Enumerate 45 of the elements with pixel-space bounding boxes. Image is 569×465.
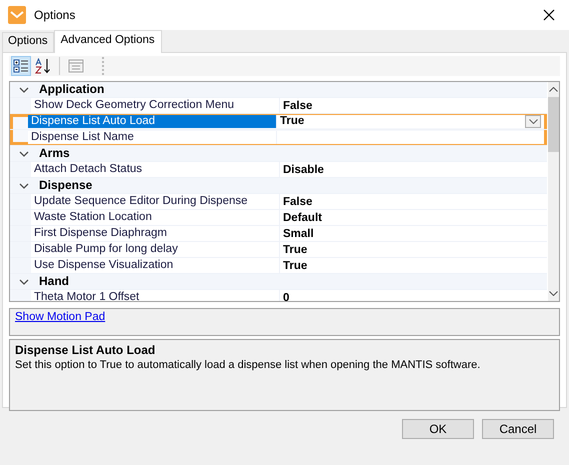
tab[interactable]: Advanced Options	[54, 30, 162, 53]
chevron-down-icon	[528, 119, 538, 124]
description-title: Dispense List Auto Load	[15, 343, 156, 357]
property-name[interactable]: Attach Detach Status	[31, 162, 280, 177]
property-name[interactable]: First Dispense Diaphragm	[31, 226, 280, 241]
category-label: Application	[39, 82, 104, 97]
collapse-chevron-icon[interactable]	[19, 86, 29, 92]
property-value: True	[283, 244, 308, 256]
property-value: Disable	[283, 164, 325, 176]
tab[interactable]: Options	[2, 32, 54, 52]
scroll-up-icon[interactable]	[549, 87, 558, 92]
app-icon	[8, 6, 26, 24]
ok-button[interactable]: OK	[402, 419, 474, 439]
property-value: True	[280, 115, 306, 128]
show-motion-pad-link[interactable]: Show Motion Pad	[15, 311, 106, 323]
property-name[interactable]: Use Dispense Visualization	[31, 258, 280, 273]
scrollbar-thumb[interactable]	[548, 97, 559, 152]
property-name[interactable]: Dispense List Auto Load	[28, 115, 277, 128]
property-value: True	[283, 260, 308, 272]
property-name[interactable]: Waste Station Location	[31, 210, 280, 225]
category-label: Dispense	[39, 178, 92, 193]
property-value: 0	[283, 292, 290, 301]
property-value: False	[283, 196, 314, 208]
close-icon[interactable]	[543, 9, 555, 21]
property-name[interactable]: Show Deck Geometry Correction Menu	[31, 98, 280, 113]
property-name[interactable]: Update Sequence Editor During Dispense	[31, 194, 280, 209]
alphabetical-sort-icon[interactable]	[33, 56, 53, 76]
description-text: Set this option to True to automatically load a dispense list when opening the MANTIS software.	[15, 359, 482, 371]
property-value: Small	[283, 228, 315, 240]
property-value: Default	[283, 212, 323, 224]
category-label: Hand	[39, 274, 69, 289]
category-label: Arms	[39, 146, 70, 161]
property-name[interactable]: Dispense List Name	[28, 131, 277, 144]
collapse-chevron-icon[interactable]	[19, 182, 29, 188]
property-name[interactable]: Disable Pump for long delay	[31, 242, 280, 257]
dropdown-button[interactable]	[525, 115, 541, 128]
collapse-chevron-icon[interactable]	[19, 278, 29, 284]
scrollbar[interactable]	[547, 82, 559, 301]
property-name[interactable]: Theta Motor 1 Offset	[31, 290, 280, 301]
cancel-button[interactable]: Cancel	[482, 419, 554, 439]
collapse-chevron-icon[interactable]	[19, 150, 29, 156]
property-value: False	[283, 100, 314, 112]
categorized-view-icon[interactable]	[11, 56, 31, 76]
window-title: Options	[34, 8, 76, 22]
scroll-down-icon[interactable]	[549, 291, 558, 296]
